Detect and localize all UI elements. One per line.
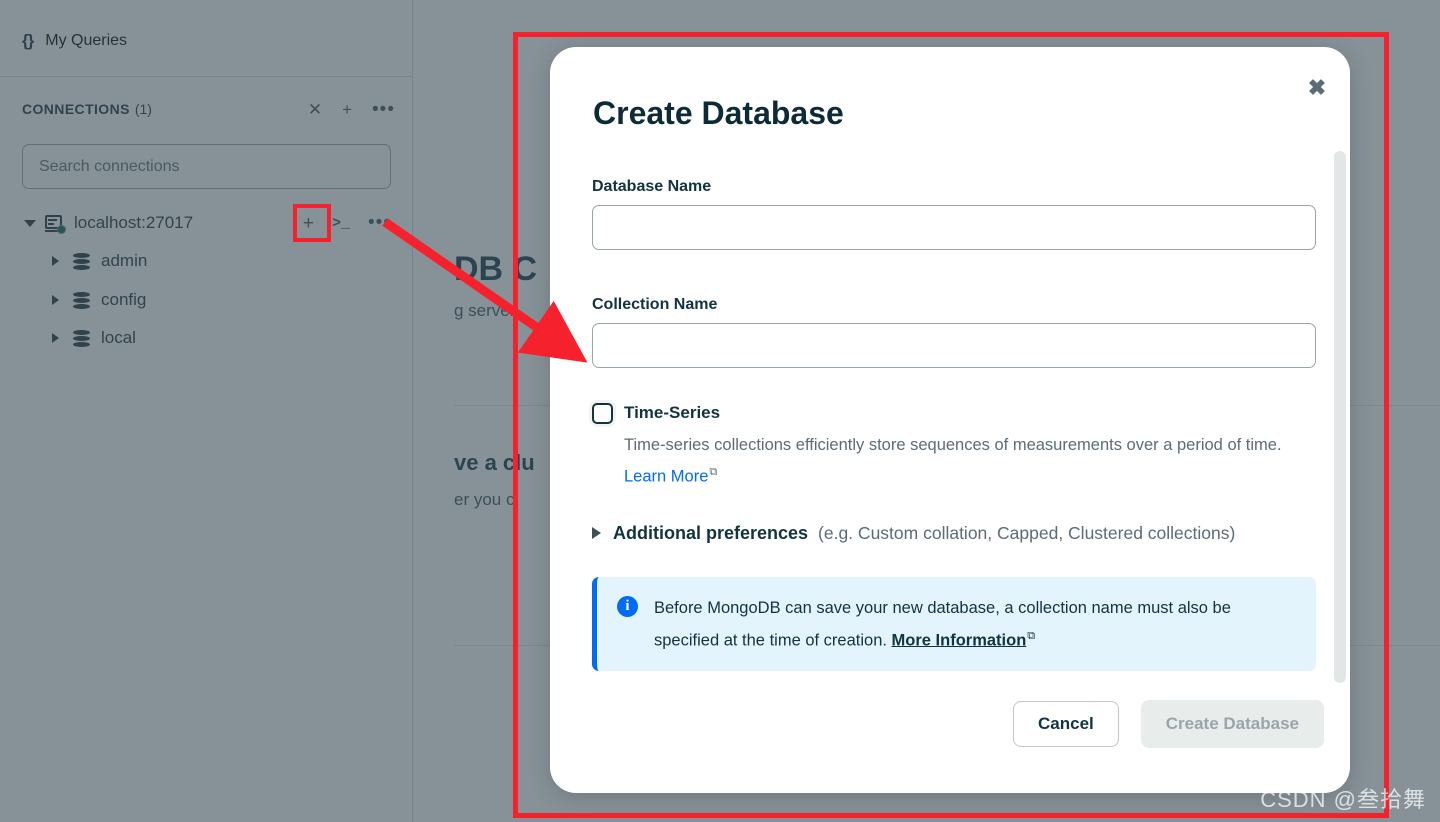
learn-more-link[interactable]: Learn More [624, 468, 708, 486]
collection-name-input[interactable] [592, 323, 1316, 368]
external-link-icon: ⧉ [709, 466, 718, 478]
create-database-button[interactable]: Create Database [1140, 700, 1324, 748]
create-database-modal: ✖ Create Database Database Name Collecti… [550, 47, 1350, 793]
time-series-section: Time-Series Time-series collections effi… [592, 402, 1308, 491]
info-banner: i Before MongoDB can save your new datab… [592, 576, 1316, 671]
close-icon[interactable]: ✖ [1302, 73, 1332, 103]
time-series-description: Time-series collections efficiently stor… [624, 432, 1308, 491]
modal-title: Create Database [593, 95, 844, 131]
modal-scrollbar[interactable] [1334, 151, 1346, 683]
time-series-description-text: Time-series collections efficiently stor… [624, 436, 1282, 454]
app-root: DB C g server ve a clu er you c {} My Qu… [0, 0, 1440, 822]
chevron-right-icon [592, 527, 601, 539]
external-link-icon: ⧉ [1027, 629, 1036, 642]
time-series-label: Time-Series [624, 403, 721, 422]
info-icon: i [617, 595, 638, 617]
info-banner-text: Before MongoDB can save your new databas… [654, 594, 1298, 655]
time-series-checkbox[interactable] [592, 403, 613, 424]
additional-preferences-toggle[interactable]: Additional preferences (e.g. Custom coll… [592, 523, 1308, 544]
more-information-link[interactable]: More Information [892, 631, 1027, 649]
collection-name-label: Collection Name [592, 296, 718, 313]
database-name-input[interactable] [592, 205, 1316, 250]
additional-preferences-hint: (e.g. Custom collation, Capped, Clustere… [818, 522, 1236, 543]
database-name-label: Database Name [592, 178, 712, 195]
modal-footer: Cancel Create Database [1013, 700, 1324, 748]
cancel-button[interactable]: Cancel [1013, 701, 1119, 747]
additional-preferences-label: Additional preferences [613, 522, 809, 543]
